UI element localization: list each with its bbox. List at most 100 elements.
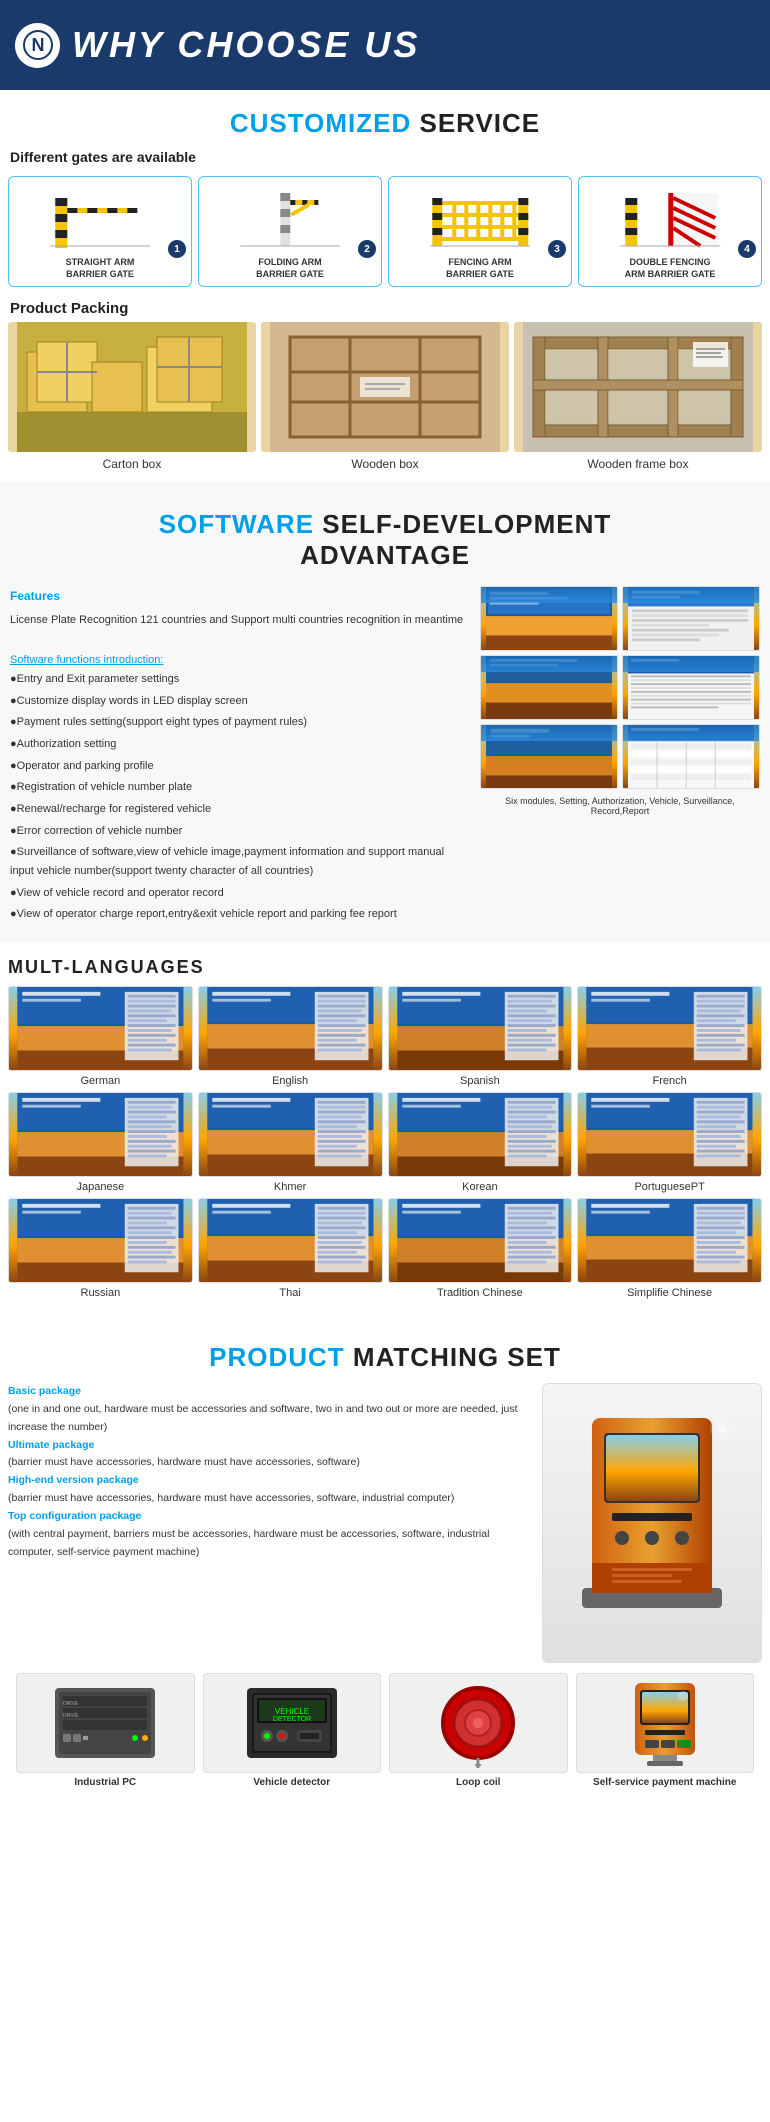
screenshot-5 bbox=[480, 724, 618, 789]
gate-num-4: 4 bbox=[738, 240, 756, 258]
package-ultimate-desc: (barrier must have accessories, hardware… bbox=[8, 1454, 532, 1472]
packing-item-wooden: Wooden box bbox=[261, 322, 509, 471]
page-title: WHY CHOOSE US bbox=[72, 24, 420, 66]
lang-name-tradition-chinese: Tradition Chinese bbox=[388, 1287, 573, 1299]
screenshot-row-1 bbox=[480, 586, 760, 651]
gate-item-1: 1 STRAIGHT ARMBARRIER GATE bbox=[8, 176, 192, 287]
gate-image-2 bbox=[203, 183, 377, 253]
lang-name-russian: Russian bbox=[8, 1287, 193, 1299]
gate-image-3 bbox=[393, 183, 567, 253]
acc-name-vehicle-detector: Vehicle detector bbox=[203, 1777, 382, 1788]
features-label: Features bbox=[10, 586, 470, 606]
screenshot-caption: Six modules, Setting, Authorization, Veh… bbox=[480, 796, 760, 816]
gate-label-3: FENCING ARMBARRIER GATE bbox=[393, 257, 567, 280]
lang-screen-tradition-chinese bbox=[388, 1198, 573, 1283]
svg-text:N: N bbox=[718, 1425, 725, 1436]
gate-image-4 bbox=[583, 183, 757, 253]
lang-name-khmer: Khmer bbox=[198, 1181, 383, 1193]
screenshot-row-2 bbox=[480, 655, 760, 720]
package-highend-title: High-end version package bbox=[8, 1472, 532, 1490]
product-matching-content: Basic package (one in and one out, hardw… bbox=[8, 1383, 762, 1663]
gate-num-3: 3 bbox=[548, 240, 566, 258]
lang-name-japanese: Japanese bbox=[8, 1181, 193, 1193]
lang-screen-khmer bbox=[198, 1092, 383, 1177]
lang-item-simplifie-chinese: Simplifie Chinese bbox=[577, 1198, 762, 1299]
packing-section-label: Product Packing bbox=[0, 292, 770, 322]
func-9: ●Surveillance of software,view of vehicl… bbox=[10, 843, 470, 880]
software-text-block: Features License Plate Recognition 121 c… bbox=[10, 586, 470, 927]
product-matching-title: PRODUCT MATCHING SET bbox=[8, 1342, 762, 1373]
packing-label-wooden-frame: Wooden frame box bbox=[514, 457, 762, 471]
packing-label-carton: Carton box bbox=[8, 457, 256, 471]
lang-item-french: French bbox=[577, 986, 762, 1087]
lang-screen-german bbox=[8, 986, 193, 1071]
func-1: ●Entry and Exit parameter settings bbox=[10, 670, 470, 689]
acc-image-loop-coil bbox=[389, 1673, 568, 1773]
product-matching-section: PRODUCT MATCHING SET Basic package (one … bbox=[0, 1314, 770, 1808]
languages-section: MULT-LANGUAGES bbox=[0, 942, 770, 1314]
lang-screen-russian bbox=[8, 1198, 193, 1283]
lang-item-tradition-chinese: Tradition Chinese bbox=[388, 1198, 573, 1299]
gates-label: Different gates are available bbox=[0, 149, 770, 171]
func-2: ●Customize display words in LED display … bbox=[10, 692, 470, 711]
gate-item-4: 4 DOUBLE FENCINGARM BARRIER GATE bbox=[578, 176, 762, 287]
packing-grid: Carton box Wooden bo bbox=[0, 322, 770, 481]
acc-image-industrial-pc: DRIVE DRIVE bbox=[16, 1673, 195, 1773]
lang-item-khmer: Khmer bbox=[198, 1092, 383, 1193]
lang-name-french: French bbox=[577, 1075, 762, 1087]
lang-name-korean: Korean bbox=[388, 1181, 573, 1193]
acc-name-loop-coil: Loop coil bbox=[389, 1777, 568, 1788]
gate-label-4: DOUBLE FENCINGARM BARRIER GATE bbox=[583, 257, 757, 280]
lang-item-spanish: Spanish bbox=[388, 986, 573, 1087]
acc-item-self-service-machine: Self-service payment machine bbox=[576, 1673, 755, 1788]
accessories-grid: DRIVE DRIVE Industrial PC VEHICLE bbox=[8, 1663, 762, 1798]
customized-service-title: CUSTOMIZED SERVICE bbox=[0, 108, 770, 139]
logo-icon: N bbox=[15, 23, 60, 68]
software-screenshots: Six modules, Setting, Authorization, Veh… bbox=[480, 586, 760, 927]
package-top-desc: (with central payment, barriers must be … bbox=[8, 1526, 532, 1562]
svg-text:VEHICLE: VEHICLE bbox=[275, 1707, 309, 1716]
lang-screen-simplifie-chinese bbox=[577, 1198, 762, 1283]
acc-item-industrial-pc: DRIVE DRIVE Industrial PC bbox=[16, 1673, 195, 1788]
product-packages-text: Basic package (one in and one out, hardw… bbox=[8, 1383, 532, 1663]
gate-item-2: 2 FOLDING ARMBARRIER GATE bbox=[198, 176, 382, 287]
packing-image-wooden bbox=[261, 322, 509, 452]
lang-name-german: German bbox=[8, 1075, 193, 1087]
acc-name-industrial-pc: Industrial PC bbox=[16, 1777, 195, 1788]
page-header: N WHY CHOOSE US bbox=[0, 0, 770, 90]
lang-item-portuguese: PortuguesePT bbox=[577, 1092, 762, 1193]
svg-text:DRIVE: DRIVE bbox=[63, 1713, 79, 1719]
packing-item-wooden-frame: Wooden frame box bbox=[514, 322, 762, 471]
func-3: ●Payment rules setting(support eight typ… bbox=[10, 713, 470, 732]
screenshot-1 bbox=[480, 586, 618, 651]
lang-name-english: English bbox=[198, 1075, 383, 1087]
func-6: ●Registration of vehicle number plate bbox=[10, 778, 470, 797]
screenshot-row-3 bbox=[480, 724, 760, 789]
software-content: Features License Plate Recognition 121 c… bbox=[0, 581, 770, 932]
func-10: ●View of vehicle record and operator rec… bbox=[10, 884, 470, 903]
lang-screen-korean bbox=[388, 1092, 573, 1177]
screenshot-4 bbox=[622, 655, 760, 720]
product-machine-image: N bbox=[542, 1383, 762, 1663]
screenshot-6 bbox=[622, 724, 760, 789]
package-ultimate-title: Ultimate package bbox=[8, 1437, 532, 1455]
lang-item-english: English bbox=[198, 986, 383, 1087]
header-arrow-decoration bbox=[725, 10, 755, 80]
acc-item-loop-coil: Loop coil bbox=[389, 1673, 568, 1788]
packing-item-carton: Carton box bbox=[8, 322, 256, 471]
languages-title: MULT-LANGUAGES bbox=[8, 952, 762, 986]
lang-screen-english bbox=[198, 986, 383, 1071]
gate-num-2: 2 bbox=[358, 240, 376, 258]
lang-item-korean: Korean bbox=[388, 1092, 573, 1193]
software-section: SOFTWARE SELF-DEVELOPMENTADVANTAGE Featu… bbox=[0, 481, 770, 942]
lang-screen-spanish bbox=[388, 986, 573, 1071]
packing-image-wooden-frame bbox=[514, 322, 762, 452]
customized-service-section: CUSTOMIZED SERVICE Different gates are a… bbox=[0, 108, 770, 481]
features-description: License Plate Recognition 121 countries … bbox=[10, 611, 470, 630]
lang-item-german: German bbox=[8, 986, 193, 1087]
svg-text:DETECTOR: DETECTOR bbox=[273, 1716, 311, 1723]
func-4: ●Authorization setting bbox=[10, 735, 470, 754]
lang-screen-japanese bbox=[8, 1092, 193, 1177]
func-5: ●Operator and parking profile bbox=[10, 757, 470, 776]
func-8: ●Error correction of vehicle number bbox=[10, 822, 470, 841]
